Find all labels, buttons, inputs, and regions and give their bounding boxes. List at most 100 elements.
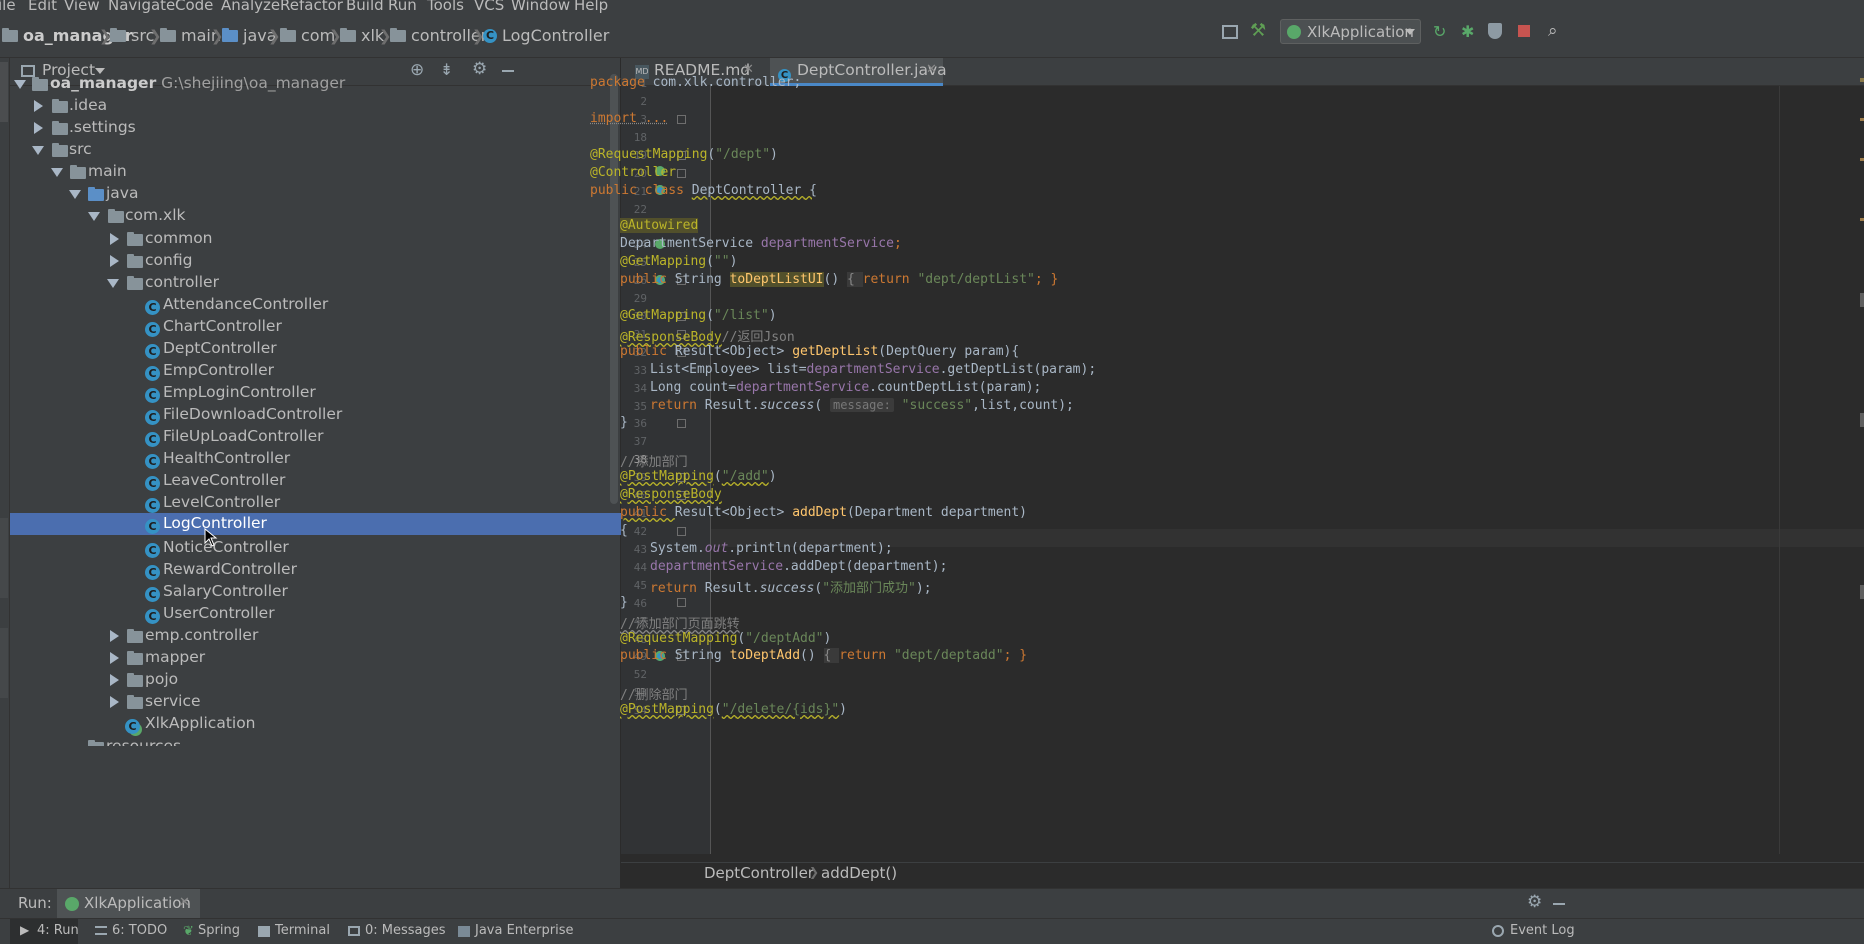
project-tool-tab[interactable] — [0, 62, 8, 122]
expand-arrow-icon[interactable] — [110, 674, 119, 686]
hammer-icon[interactable]: ⚒ — [1250, 20, 1266, 41]
code-line[interactable]: departmentService.addDept(department); — [650, 559, 947, 574]
code-line[interactable]: public String toDeptListUI() { return "d… — [620, 272, 1058, 287]
tree-item-class-selected[interactable]: C LogController — [10, 513, 621, 535]
search-icon[interactable]: ⌕ — [1548, 21, 1558, 41]
menu-navigate[interactable]: Navigate — [108, 0, 175, 14]
menu-run[interactable]: Run — [388, 0, 417, 14]
project-structure-icon[interactable] — [1222, 25, 1238, 39]
tree-item-resources[interactable]: resources — [10, 734, 621, 746]
error-stripe-mark[interactable] — [1860, 413, 1864, 427]
menu-vcs[interactable]: VCS — [474, 0, 504, 14]
run-config-tab[interactable]: XlkApplication ✕ — [57, 889, 200, 919]
code-line[interactable]: @Controller — [590, 165, 676, 180]
code-line[interactable]: @GetMapping("/list") — [620, 308, 777, 323]
breadcrumb-xlk[interactable]: xlk — [340, 26, 384, 45]
menu-refactor[interactable]: Refactor — [280, 0, 343, 14]
expand-arrow-icon[interactable] — [110, 696, 119, 708]
code-line[interactable]: public Result<Object> getDeptList(DeptQu… — [620, 344, 1019, 359]
expand-arrow-icon[interactable] — [51, 168, 63, 177]
run-config-dropdown[interactable]: XlkApplication — [1280, 19, 1421, 44]
code-line[interactable]: public class DeptController { — [590, 183, 817, 198]
stop-icon[interactable] — [1518, 25, 1530, 37]
hide-icon[interactable] — [1553, 903, 1565, 905]
menu-edit[interactable]: Edit — [28, 0, 57, 14]
menu-tools[interactable]: Tools — [427, 0, 464, 14]
rerun-icon[interactable]: ↻ — [1433, 22, 1446, 41]
code-line[interactable]: } — [620, 415, 628, 430]
code-line[interactable]: @Autowired — [620, 218, 699, 233]
structure-tool-tab[interactable] — [0, 518, 8, 598]
tool-tab-spring[interactable]: ❦ Spring — [178, 919, 248, 944]
expand-arrow-icon[interactable] — [110, 652, 119, 664]
menu-help[interactable]: Help — [574, 0, 608, 14]
breadcrumb-logcontroller[interactable]: C LogController — [483, 26, 609, 45]
code-line[interactable]: @ResponseBody//返回Json — [620, 326, 795, 345]
fold-marker[interactable] — [677, 527, 686, 536]
project-scrollbar[interactable] — [610, 74, 618, 504]
code-line[interactable]: @PostMapping("/delete/{ids}") — [620, 702, 847, 717]
code-line[interactable]: } — [620, 595, 628, 610]
error-stripe-mark[interactable] — [1860, 158, 1864, 161]
breadcrumb-src[interactable]: src — [110, 26, 154, 45]
coverage-icon[interactable] — [1488, 23, 1502, 39]
code-line[interactable]: public Result<Object> addDept(Department… — [620, 505, 1027, 520]
code-line[interactable]: @ResponseBody — [620, 487, 722, 502]
menu-build[interactable]: Build — [346, 0, 384, 14]
menu-analyze[interactable]: Analyze — [221, 0, 280, 14]
breadcrumb-com[interactable]: com — [280, 26, 335, 45]
tool-tab-java-enterprise[interactable]: Java Enterprise — [455, 919, 575, 944]
tool-tab-messages[interactable]: 0: Messages — [345, 919, 446, 944]
event-log-button[interactable]: Event Log — [1490, 919, 1575, 944]
fold-marker[interactable] — [677, 169, 686, 178]
error-stripe-mark[interactable] — [1860, 218, 1864, 221]
gear-icon[interactable]: ⚙ — [1527, 892, 1542, 912]
expand-arrow-icon[interactable] — [34, 122, 43, 134]
menu-window[interactable]: Window — [511, 0, 570, 14]
editor-crumb-class[interactable]: DeptController — [704, 864, 814, 882]
code-line[interactable]: //删除部门 — [620, 684, 688, 703]
code-line[interactable]: //添加部门 — [620, 451, 688, 470]
error-stripe-mark[interactable] — [1860, 585, 1864, 599]
code-line[interactable]: return Result.success("添加部门成功"); — [650, 577, 932, 596]
code-line[interactable]: DepartmentService departmentService; — [620, 236, 902, 251]
close-icon[interactable]: ✕ — [179, 895, 190, 910]
code-line[interactable]: return Result.success( message: "success… — [650, 398, 1074, 413]
expand-arrow-icon[interactable] — [34, 100, 43, 112]
fold-marker[interactable] — [677, 419, 686, 428]
expand-arrow-icon[interactable] — [110, 233, 119, 245]
expand-arrow-icon[interactable] — [110, 255, 119, 267]
tool-tab-terminal[interactable]: Terminal — [255, 919, 335, 944]
menu-file[interactable]: ile — [0, 0, 16, 14]
code-line[interactable]: { — [620, 523, 628, 538]
code-line[interactable]: //添加部门页面跳转 — [620, 613, 740, 632]
fold-marker[interactable] — [677, 115, 686, 124]
code-line[interactable]: @RequestMapping("/deptAdd") — [620, 631, 831, 646]
expand-arrow-icon[interactable] — [14, 80, 26, 89]
code-line[interactable]: package com.xlk.controller; — [590, 75, 801, 90]
tool-tab-todo[interactable]: 6: TODO — [90, 919, 170, 944]
close-icon[interactable]: ✕ — [926, 62, 937, 77]
editor-crumb-method[interactable]: addDept() — [821, 864, 897, 882]
tool-tab-run[interactable]: ▶ 4: Run — [10, 919, 79, 944]
expand-arrow-icon[interactable] — [32, 146, 44, 155]
code-line[interactable]: @RequestMapping("/dept") — [590, 147, 778, 162]
code-line[interactable]: public String toDeptAdd() { return "dept… — [620, 648, 1027, 663]
debug-icon[interactable]: ✱ — [1461, 22, 1474, 41]
code-line[interactable]: import ... — [590, 111, 668, 126]
code-line[interactable]: @PostMapping("/add") — [620, 469, 777, 484]
menu-view[interactable]: View — [64, 0, 100, 14]
menu-code[interactable]: Code — [175, 0, 213, 14]
code-line[interactable]: Long count=departmentService.countDeptLi… — [650, 380, 1041, 395]
expand-arrow-icon[interactable] — [88, 212, 100, 221]
error-stripe-mark[interactable] — [1860, 78, 1864, 82]
fold-marker[interactable] — [677, 598, 686, 607]
favorites-tool-tab[interactable] — [0, 628, 8, 698]
expand-arrow-icon[interactable] — [110, 630, 119, 642]
error-stripe-mark[interactable] — [1860, 293, 1864, 307]
code-line[interactable]: System.out.println(department); — [650, 541, 893, 556]
expand-arrow-icon[interactable] — [69, 190, 81, 199]
error-stripe-mark[interactable] — [1860, 118, 1864, 121]
expand-arrow-icon[interactable] — [107, 279, 119, 288]
code-line[interactable]: @GetMapping("") — [620, 254, 737, 269]
